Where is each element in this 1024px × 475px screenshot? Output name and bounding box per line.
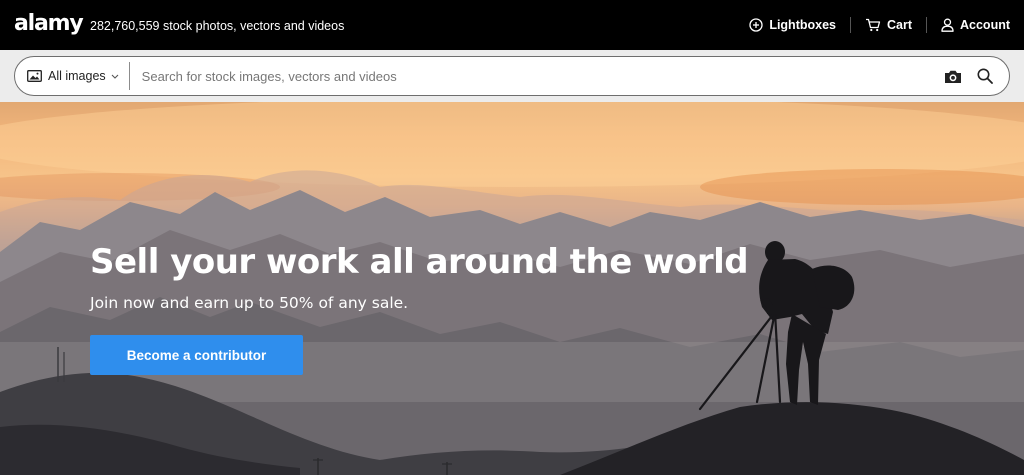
search-icon bbox=[977, 68, 993, 84]
stock-count-tagline: 282,760,559 stock photos, vectors and vi… bbox=[90, 19, 345, 33]
visual-search-button[interactable] bbox=[937, 60, 969, 92]
search-button[interactable] bbox=[969, 60, 1001, 92]
top-bar: alamy 282,760,559 stock photos, vectors … bbox=[0, 0, 1024, 50]
image-icon bbox=[27, 70, 42, 82]
user-icon bbox=[941, 18, 954, 32]
hero-title: Sell your work all around the world bbox=[90, 242, 749, 282]
account-label: Account bbox=[960, 18, 1010, 32]
lightboxes-link[interactable]: Lightboxes bbox=[735, 16, 850, 34]
plus-circle-icon bbox=[749, 18, 763, 32]
media-type-dropdown[interactable]: All images bbox=[15, 56, 129, 96]
camera-search-icon bbox=[945, 70, 961, 83]
top-nav: Lightboxes Cart Account bbox=[735, 0, 1010, 50]
search-input[interactable] bbox=[129, 57, 937, 95]
alamy-logo[interactable]: alamy bbox=[14, 11, 84, 37]
hero-banner: Sell your work all around the world Join… bbox=[0, 102, 1024, 475]
become-contributor-button[interactable]: Become a contributor bbox=[90, 335, 303, 375]
cart-link[interactable]: Cart bbox=[851, 16, 926, 34]
account-link[interactable]: Account bbox=[927, 16, 1010, 34]
search-strip: All images bbox=[0, 50, 1024, 102]
hero-background-image bbox=[0, 102, 1024, 475]
media-type-label: All images bbox=[48, 69, 106, 83]
cart-icon bbox=[865, 18, 881, 32]
lightboxes-label: Lightboxes bbox=[769, 18, 836, 32]
chevron-down-icon bbox=[111, 74, 119, 79]
hero-subtitle: Join now and earn up to 50% of any sale. bbox=[90, 294, 409, 312]
search-bar: All images bbox=[14, 56, 1010, 96]
cart-label: Cart bbox=[886, 18, 912, 32]
